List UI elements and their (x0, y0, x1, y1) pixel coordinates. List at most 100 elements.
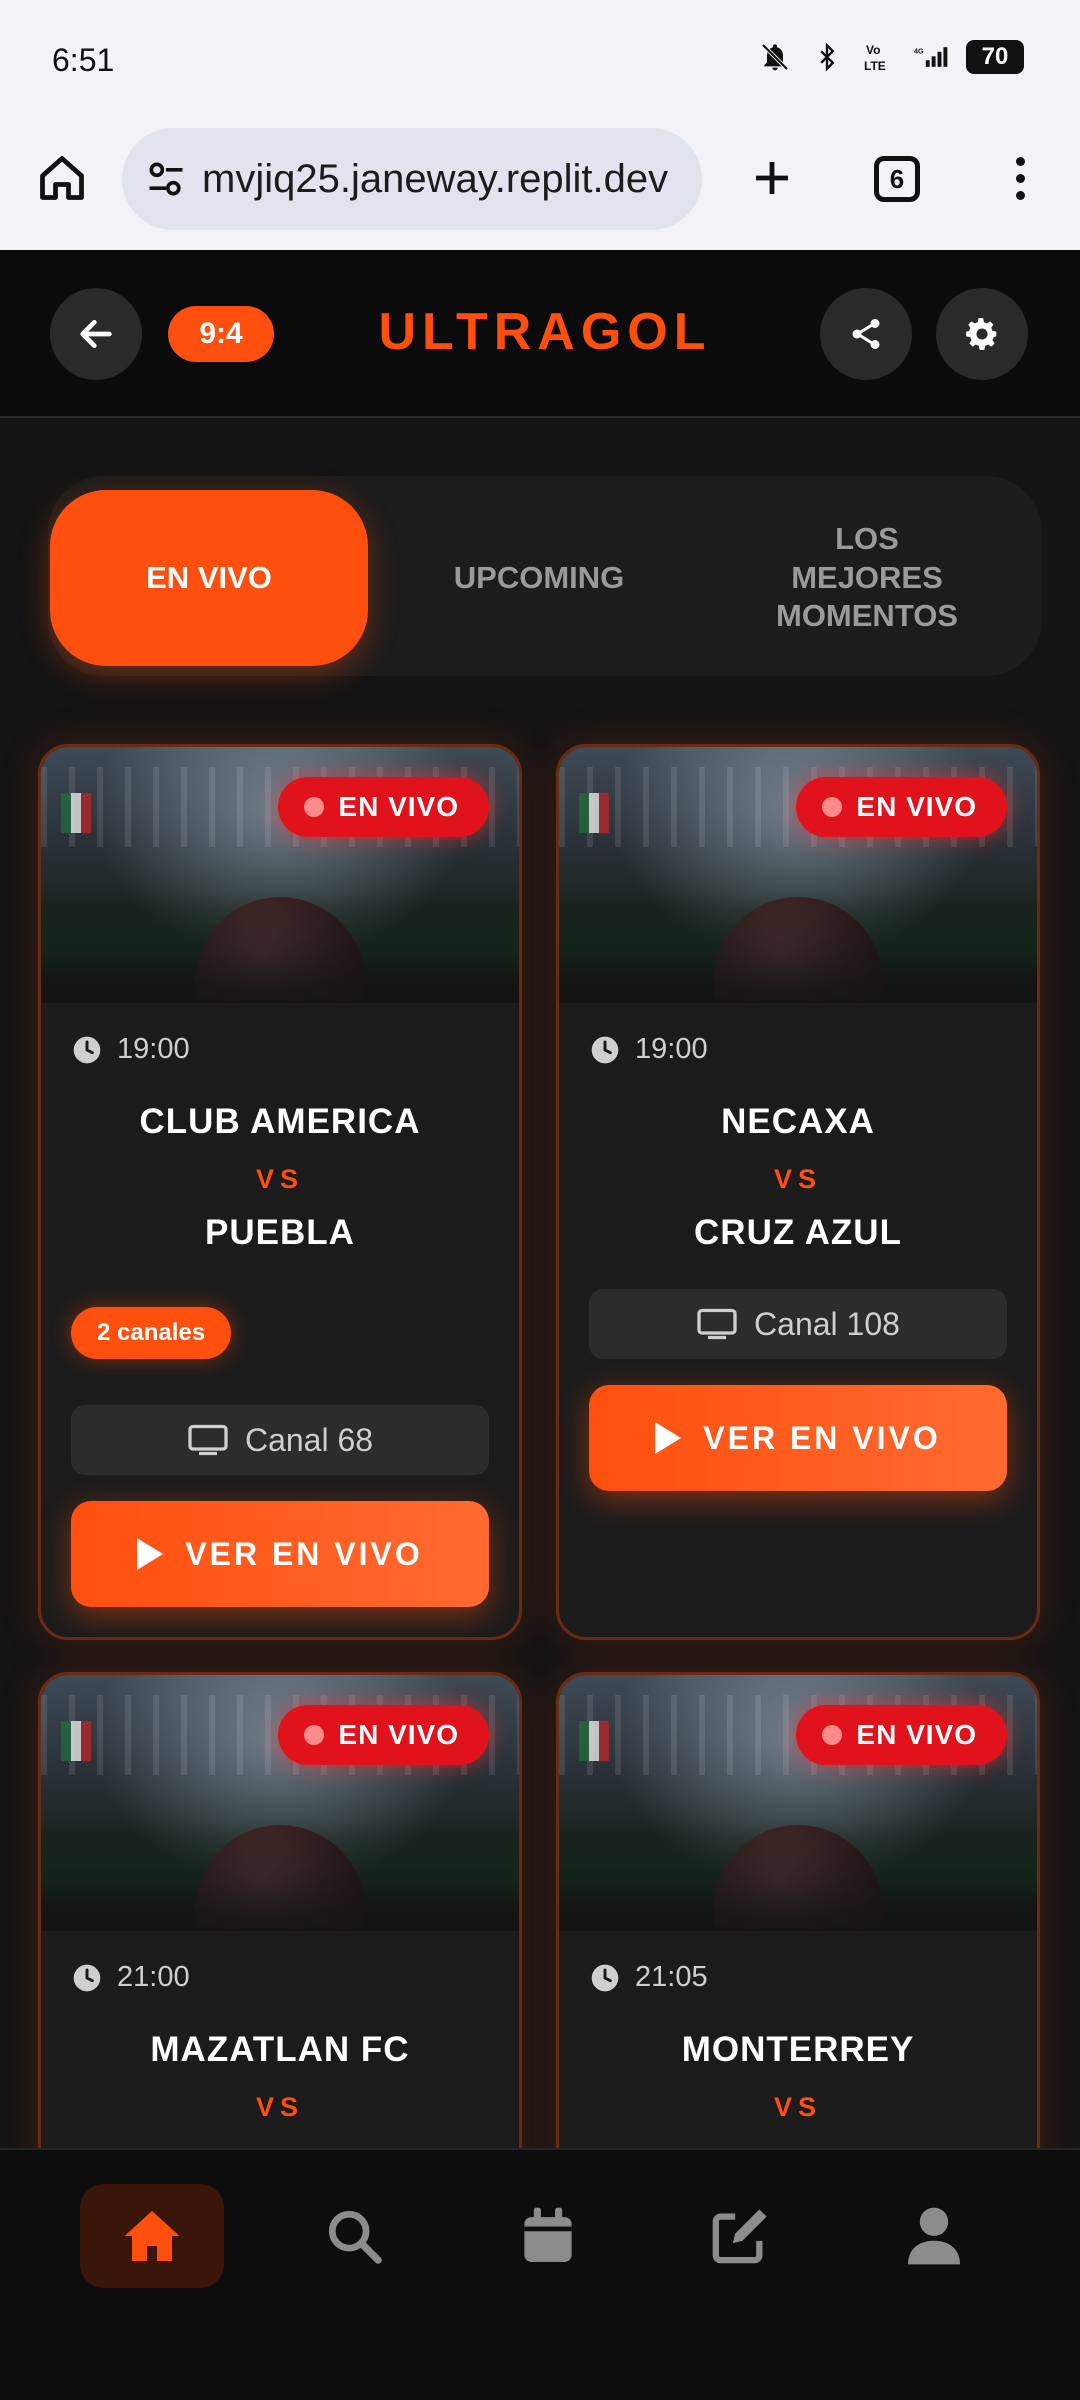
vs-label: VS (255, 2092, 305, 2122)
watch-live-label: VER EN VIVO (185, 1535, 423, 1572)
clock-icon (591, 1964, 619, 1991)
clock-icon (73, 1964, 101, 1991)
live-badge: EN VIVO (796, 777, 1007, 837)
vs-label: VS (773, 2092, 823, 2122)
status-time: 6:51 (52, 42, 115, 78)
live-dot-icon (304, 1725, 325, 1745)
stadium-image: EN VIVO (559, 1675, 1037, 1931)
home-team: MONTERREY (681, 2030, 915, 2069)
watch-live-label: VER EN VIVO (703, 1419, 941, 1456)
match-time: 21:00 (71, 1961, 489, 1994)
watch-live-button[interactable]: VER EN VIVO (71, 1501, 489, 1607)
page: 6:51 Vo LTE 4G 70 mvjiq25.janeway.replit.… (0, 0, 1080, 2400)
share-icon (852, 319, 880, 349)
nav-edit[interactable] (668, 2184, 812, 2288)
match-time: 19:00 (589, 1033, 1007, 1066)
nav-calendar[interactable] (476, 2184, 620, 2288)
live-dot-icon (822, 1725, 843, 1745)
volte-icon: Vo LTE (862, 40, 896, 74)
live-label: EN VIVO (338, 791, 459, 822)
tab-en-vivo[interactable]: EN VIVO (50, 490, 368, 666)
settings-button[interactable] (936, 288, 1028, 380)
home-team: NECAXA (721, 1102, 875, 1141)
match-time-text: 19:00 (117, 1033, 190, 1065)
bottom-navigation (0, 2148, 1080, 2400)
live-label: EN VIVO (338, 1719, 459, 1750)
channel-button[interactable]: Canal 108 (589, 1289, 1007, 1359)
tv-icon (188, 1424, 228, 1456)
more-dot (1015, 156, 1025, 166)
browser-toolbar: mvjiq25.janeway.replit.dev 6 (0, 120, 1080, 250)
stadium-image: EN VIVO (41, 747, 519, 1003)
channel-label: Canal 108 (754, 1305, 900, 1342)
nav-search[interactable] (282, 2184, 426, 2288)
stadium-image: EN VIVO (41, 1675, 519, 1931)
away-team: PUEBLA (205, 1213, 355, 1252)
match-time-text: 21:00 (117, 1961, 190, 1993)
site-settings-icon[interactable] (144, 157, 188, 201)
home-outline-icon (40, 156, 84, 200)
match-time: 21:05 (589, 1961, 1007, 1994)
more-dot (1015, 173, 1025, 183)
gear-icon (966, 318, 997, 350)
home-team: MAZATLAN FC (150, 2030, 410, 2069)
watch-live-button[interactable]: VER EN VIVO (589, 1385, 1007, 1491)
tab-switcher-button[interactable]: 6 (866, 148, 928, 210)
url-text: mvjiq25.janeway.replit.dev (202, 156, 669, 201)
home-icon (124, 2211, 180, 2261)
search-icon (328, 2210, 382, 2264)
live-dot-icon (304, 797, 325, 817)
status-icons: Vo LTE 4G 70 (758, 40, 1024, 74)
match-card: EN VIVO 19:00 CLUB AMERICA VS PUEBLA 2 c… (38, 744, 522, 1640)
calendar-icon (524, 2207, 572, 2262)
svg-text:Vo: Vo (866, 43, 880, 57)
score-badge: 9:4 (168, 306, 274, 362)
live-label: EN VIVO (856, 791, 977, 822)
brand-title: ULTRAGOL (378, 303, 712, 361)
tab-mejores-momentos[interactable]: LOS MEJORES MOMENTOS (708, 490, 1026, 666)
match-time-text: 21:05 (635, 1961, 708, 1993)
vs-label: VS (255, 1164, 305, 1194)
match-time: 19:00 (71, 1033, 489, 1066)
browser-menu-button[interactable] (990, 146, 1050, 210)
live-badge: EN VIVO (278, 1705, 489, 1765)
stadium-image: EN VIVO (559, 747, 1037, 1003)
share-button[interactable] (820, 288, 912, 380)
match-card: EN VIVO 19:00 NECAXA VS CRUZ AZUL Canal … (556, 744, 1040, 1640)
edit-icon (712, 2209, 767, 2264)
home-team: CLUB AMERICA (139, 1102, 421, 1141)
live-dot-icon (822, 797, 843, 817)
nav-profile[interactable] (862, 2184, 1006, 2288)
app-header: 9:4 ULTRAGOL (0, 250, 1080, 418)
bluetooth-icon (810, 40, 844, 74)
live-label: EN VIVO (856, 1719, 977, 1750)
svg-text:LTE: LTE (864, 59, 886, 73)
signal-4g-icon: 4G (914, 40, 948, 74)
vs-label: VS (773, 1164, 823, 1194)
arrow-left-icon (80, 320, 112, 348)
more-dot (1015, 190, 1025, 200)
new-tab-button[interactable] (740, 146, 804, 210)
match-tabs: EN VIVO UPCOMING LOS MEJORES MOMENTOS (48, 476, 1042, 676)
channel-label: Canal 68 (244, 1421, 374, 1458)
nav-home[interactable] (80, 2184, 224, 2288)
live-badge: EN VIVO (278, 777, 489, 837)
channel-button[interactable]: Canal 68 (71, 1405, 489, 1475)
back-button[interactable] (50, 288, 142, 380)
status-bar: 6:51 Vo LTE 4G 70 (0, 0, 1080, 120)
match-time-text: 19:00 (635, 1033, 708, 1065)
user-icon (908, 2207, 960, 2265)
browser-home-button[interactable] (30, 146, 94, 210)
address-bar[interactable]: mvjiq25.janeway.replit.dev (122, 128, 702, 230)
clock-icon (591, 1036, 619, 1063)
bell-off-icon (758, 40, 792, 74)
plus-icon (756, 162, 788, 194)
live-badge: EN VIVO (796, 1705, 1007, 1765)
away-team: CRUZ AZUL (694, 1213, 902, 1252)
clock-icon (73, 1036, 101, 1063)
play-icon (137, 1538, 164, 1570)
tab-count: 6 (874, 156, 920, 202)
play-icon (655, 1422, 682, 1454)
tab-upcoming[interactable]: UPCOMING (380, 490, 698, 666)
svg-text:4G: 4G (914, 47, 924, 56)
